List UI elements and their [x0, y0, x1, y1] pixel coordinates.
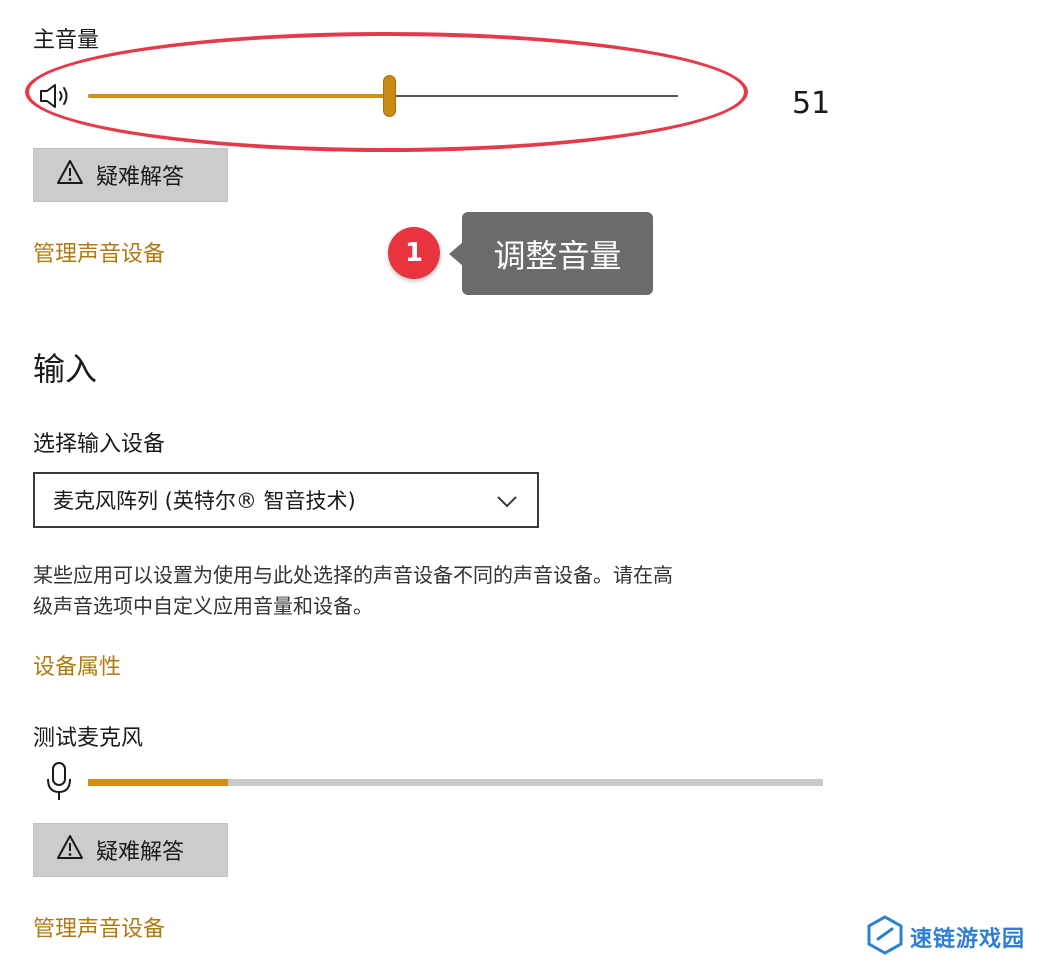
troubleshoot-button[interactable]: 疑难解答 [33, 148, 228, 202]
volume-value: 51 [792, 86, 831, 121]
mic-troubleshoot-button[interactable]: 疑难解答 [33, 823, 228, 877]
watermark: 速链游戏园 [866, 914, 1036, 960]
description-line-1: 某些应用可以设置为使用与此处选择的声音设备不同的声音设备。请在高 [33, 563, 673, 587]
manage-sound-devices-link[interactable]: 管理声音设备 [33, 236, 165, 268]
manage-sound-devices-link-2[interactable]: 管理声音设备 [33, 911, 165, 943]
warning-icon [56, 159, 84, 191]
warning-icon [56, 834, 84, 866]
chevron-down-icon [495, 490, 519, 514]
selected-device: 麦克风阵列 (英特尔® 智音技术) [53, 489, 356, 513]
highlight-ellipse [25, 32, 748, 152]
annotation-callout: 调整音量 [449, 212, 653, 295]
watermark-logo-icon [866, 915, 904, 959]
mic-level-fill [88, 779, 228, 786]
description-line-2: 级声音选项中自定义应用音量和设备。 [33, 594, 373, 618]
test-microphone-label: 测试麦克风 [33, 726, 144, 751]
select-input-device-label: 选择输入设备 [33, 432, 166, 457]
device-properties-link[interactable]: 设备属性 [33, 649, 121, 681]
input-description: 某些应用可以设置为使用与此处选择的声音设备不同的声音设备。请在高 级声音选项中自… [33, 560, 863, 622]
troubleshoot-label: 疑难解答 [96, 840, 185, 865]
annotation-badge: 1 [388, 227, 440, 279]
troubleshoot-label: 疑难解答 [96, 165, 185, 190]
microphone-icon [44, 761, 74, 807]
watermark-text: 速链游戏园 [910, 927, 1026, 952]
master-volume-label: 主音量 [33, 28, 100, 53]
input-heading: 输入 [33, 350, 98, 388]
input-device-select[interactable]: 麦克风阵列 (英特尔® 智音技术) [33, 472, 539, 528]
